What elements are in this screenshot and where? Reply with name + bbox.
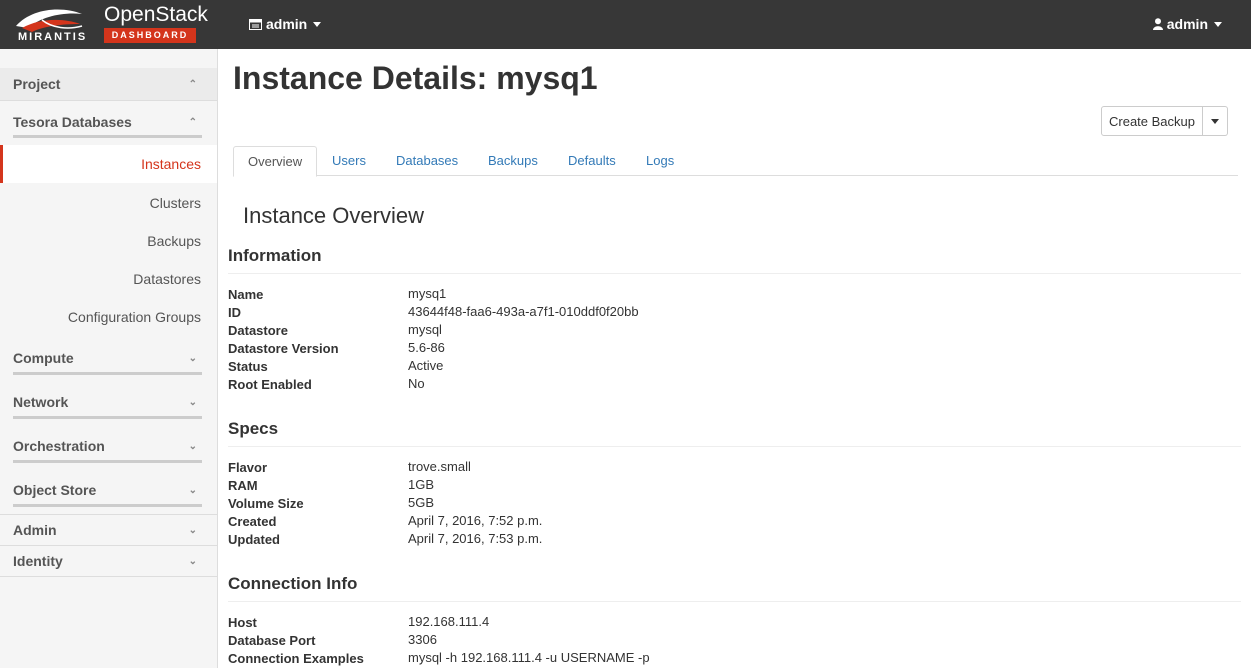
spec-label-volume-size: Volume Size xyxy=(228,496,304,511)
info-label-name: Name xyxy=(228,287,264,302)
product-name[interactable]: OpenStack xyxy=(104,3,208,27)
chevron-down-icon: ⌄ xyxy=(188,440,197,452)
conn-label-port: Database Port xyxy=(228,633,316,648)
tab-users[interactable]: Users xyxy=(332,146,366,176)
chevron-down-icon: ⌄ xyxy=(188,555,197,567)
overview-heading: Instance Overview xyxy=(243,203,424,228)
tab-logs[interactable]: Logs xyxy=(646,146,674,176)
sidebar-section-label: Network xyxy=(13,394,69,410)
sidebar-section-label: Identity xyxy=(13,553,63,569)
spec-value-updated: April 7, 2016, 7:53 p.m. xyxy=(408,531,543,546)
page-title: Instance Details: mysq1 xyxy=(233,60,598,96)
sidebar-section-label: Tesora Databases xyxy=(13,114,132,130)
conn-value-examples: mysql -h 192.168.111.4 -u USERNAME -p xyxy=(408,650,650,665)
section-underline xyxy=(13,135,202,138)
spec-label-flavor: Flavor xyxy=(228,460,268,475)
chevron-down-icon xyxy=(313,21,322,27)
info-value-id: 43644f48-faa6-493a-a7f1-010ddf0f20bb xyxy=(408,304,639,319)
conn-value-host: 192.168.111.4 xyxy=(408,614,490,629)
sidebar-section-compute[interactable]: Compute ⌄ xyxy=(0,346,217,370)
sidebar-item-configuration-groups[interactable]: Configuration Groups xyxy=(0,306,217,328)
project-switcher[interactable]: admin xyxy=(249,16,322,32)
project-label: admin xyxy=(266,16,308,32)
sidebar-section-tesora[interactable]: Tesora Databases ⌃ xyxy=(0,109,217,135)
section-underline xyxy=(13,504,202,507)
tab-overview[interactable]: Overview xyxy=(233,146,318,177)
info-value-name: mysq1 xyxy=(408,286,447,301)
section-divider xyxy=(228,601,1241,602)
sidebar-section-label: Object Store xyxy=(13,482,97,498)
info-label-id: ID xyxy=(228,305,241,320)
detail-tabs: Overview Users Databases Backups Default… xyxy=(233,146,1238,177)
tab-databases[interactable]: Databases xyxy=(396,146,458,176)
info-label-root-enabled: Root Enabled xyxy=(228,377,312,392)
sidebar-section-project[interactable]: Project ⌃ xyxy=(0,68,217,100)
sidebar-section-network[interactable]: Network ⌄ xyxy=(0,390,217,414)
chevron-down-icon xyxy=(1211,118,1219,124)
top-navbar: MIRANTIS OpenStack DASHBOARD admin admin xyxy=(0,0,1251,49)
info-value-datastore-version: 5.6-86 xyxy=(408,340,445,355)
create-backup-button-group: Create Backup xyxy=(1101,106,1228,136)
product-badge: DASHBOARD xyxy=(104,28,196,43)
conn-label-examples: Connection Examples xyxy=(228,651,364,666)
chevron-up-icon: ⌃ xyxy=(188,78,197,90)
spec-value-ram: 1GB xyxy=(408,477,435,492)
info-label-datastore: Datastore xyxy=(228,323,288,338)
sidebar-item-instances[interactable]: Instances xyxy=(0,145,217,183)
sidebar-item-backups[interactable]: Backups xyxy=(0,230,217,252)
sidebar: Project ⌃ Tesora Databases ⌃ Instances C… xyxy=(0,49,218,668)
info-value-root-enabled: No xyxy=(408,376,425,391)
spec-value-flavor: trove.small xyxy=(408,459,471,474)
actions-dropdown-toggle[interactable] xyxy=(1203,106,1228,136)
conn-value-port: 3306 xyxy=(408,632,437,647)
section-divider xyxy=(228,446,1241,447)
connection-heading: Connection Info xyxy=(228,574,358,593)
tab-backups[interactable]: Backups xyxy=(488,146,538,176)
sidebar-section-label: Admin xyxy=(13,522,57,538)
sidebar-section-label: Compute xyxy=(13,350,74,366)
sidebar-item-datastores[interactable]: Datastores xyxy=(0,268,217,290)
chevron-down-icon: ⌄ xyxy=(188,484,197,496)
section-divider xyxy=(228,273,1241,274)
info-value-datastore: mysql xyxy=(408,322,442,337)
sidebar-item-clusters[interactable]: Clusters xyxy=(0,192,217,214)
tab-defaults[interactable]: Defaults xyxy=(568,146,616,176)
section-underline xyxy=(13,372,202,375)
chevron-down-icon: ⌄ xyxy=(188,352,197,364)
chevron-up-icon: ⌃ xyxy=(188,116,197,128)
info-value-status: Active xyxy=(408,358,444,373)
sidebar-section-orchestration[interactable]: Orchestration ⌄ xyxy=(0,434,217,458)
chevron-down-icon: ⌄ xyxy=(188,524,197,536)
spec-label-ram: RAM xyxy=(228,478,258,493)
spec-label-updated: Updated xyxy=(228,532,280,547)
section-underline xyxy=(13,416,202,419)
specs-heading: Specs xyxy=(228,419,279,438)
chevron-down-icon: ⌄ xyxy=(188,396,197,408)
sidebar-section-object-store[interactable]: Object Store ⌄ xyxy=(0,478,217,502)
user-menu[interactable]: admin xyxy=(1152,16,1222,32)
info-label-status: Status xyxy=(228,359,268,374)
project-icon xyxy=(249,18,262,30)
spec-value-created: April 7, 2016, 7:52 p.m. xyxy=(408,513,543,528)
spec-label-created: Created xyxy=(228,514,277,529)
information-heading: Information xyxy=(228,246,322,265)
user-icon xyxy=(1152,18,1163,30)
logo-text: MIRANTIS xyxy=(18,31,88,43)
sidebar-divider xyxy=(0,576,217,577)
sidebar-section-admin[interactable]: Admin ⌄ xyxy=(0,515,217,545)
user-label: admin xyxy=(1166,16,1208,32)
section-underline xyxy=(13,460,202,463)
sidebar-section-label: Orchestration xyxy=(13,438,105,454)
spec-value-volume-size: 5GB xyxy=(408,495,435,510)
create-backup-button[interactable]: Create Backup xyxy=(1101,106,1203,136)
sidebar-section-label: Project xyxy=(13,76,61,92)
conn-label-host: Host xyxy=(228,615,257,630)
info-label-datastore-version: Datastore Version xyxy=(228,341,339,356)
sidebar-divider xyxy=(0,100,217,101)
sidebar-section-identity[interactable]: Identity ⌄ xyxy=(0,546,217,576)
chevron-down-icon xyxy=(1214,21,1222,27)
